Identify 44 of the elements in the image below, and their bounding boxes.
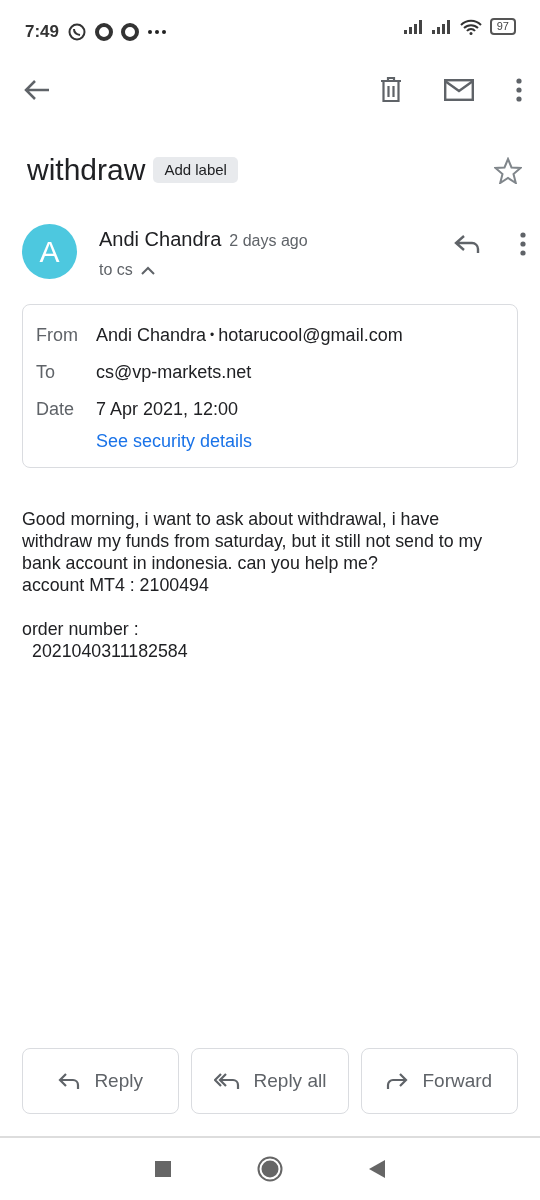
ring-app-icon (95, 23, 114, 41)
chevron-icon[interactable] (140, 265, 155, 275)
mail-icon[interactable] (444, 79, 474, 101)
trash-icon[interactable] (380, 77, 402, 103)
detail-label: From (36, 324, 79, 347)
detail-label: To (36, 361, 56, 384)
avatar: A (22, 224, 77, 279)
back-button[interactable] (369, 1160, 385, 1178)
reply-icon[interactable] (454, 234, 480, 254)
back-button[interactable] (24, 79, 50, 101)
body-text: 2021040311182584 (32, 640, 189, 662)
body-text: order number : (22, 618, 140, 640)
ring-app-icon (121, 23, 140, 41)
detail-value: hotarucool@gmail.com (218, 324, 403, 347)
star-icon[interactable] (494, 156, 522, 184)
detail-value: Andi Chandra (96, 324, 207, 347)
wifi-icon (459, 18, 482, 35)
signal-icon (403, 18, 424, 35)
detail-value: cs@vp-markets.net (96, 361, 252, 384)
reply-icon[interactable] (58, 1072, 81, 1090)
signal-icon (431, 18, 452, 35)
security-details-link[interactable]: See security details (96, 431, 253, 451)
forward-icon[interactable] (386, 1072, 409, 1090)
recipients-toggle[interactable]: to cs (99, 258, 155, 282)
sender-name: Andi Chandra (99, 227, 222, 252)
home-button[interactable] (257, 1156, 283, 1182)
more-options-icon[interactable] (516, 78, 522, 102)
reply-button[interactable]: Reply (22, 1048, 180, 1114)
forward-button[interactable]: Forward (360, 1048, 518, 1114)
chat-app-icon (67, 22, 88, 42)
detail-value: 7 Apr 2021, 12:00 (96, 398, 239, 421)
more-icon (147, 29, 168, 35)
reply-all-button[interactable]: Reply all (191, 1048, 349, 1114)
more-options-icon[interactable] (520, 232, 526, 256)
message-time: 2 days ago (229, 231, 308, 251)
body-text: Good morning, i want to ask about withdrawal, i have withdraw my funds from saturday, but it still not send to my bank account in indonesia. can you help me? (22, 508, 484, 574)
separator-dot: • (210, 327, 215, 344)
reply-all-icon[interactable] (213, 1072, 240, 1090)
add-label-button[interactable]: Add label (153, 156, 238, 184)
body-text: account MT4 : 2100494 (22, 574, 210, 596)
battery-indicator: 97 (489, 18, 516, 35)
subject-title: withdraw (27, 152, 146, 188)
clock: 7:49 (25, 21, 60, 43)
detail-label: Date (36, 398, 76, 421)
